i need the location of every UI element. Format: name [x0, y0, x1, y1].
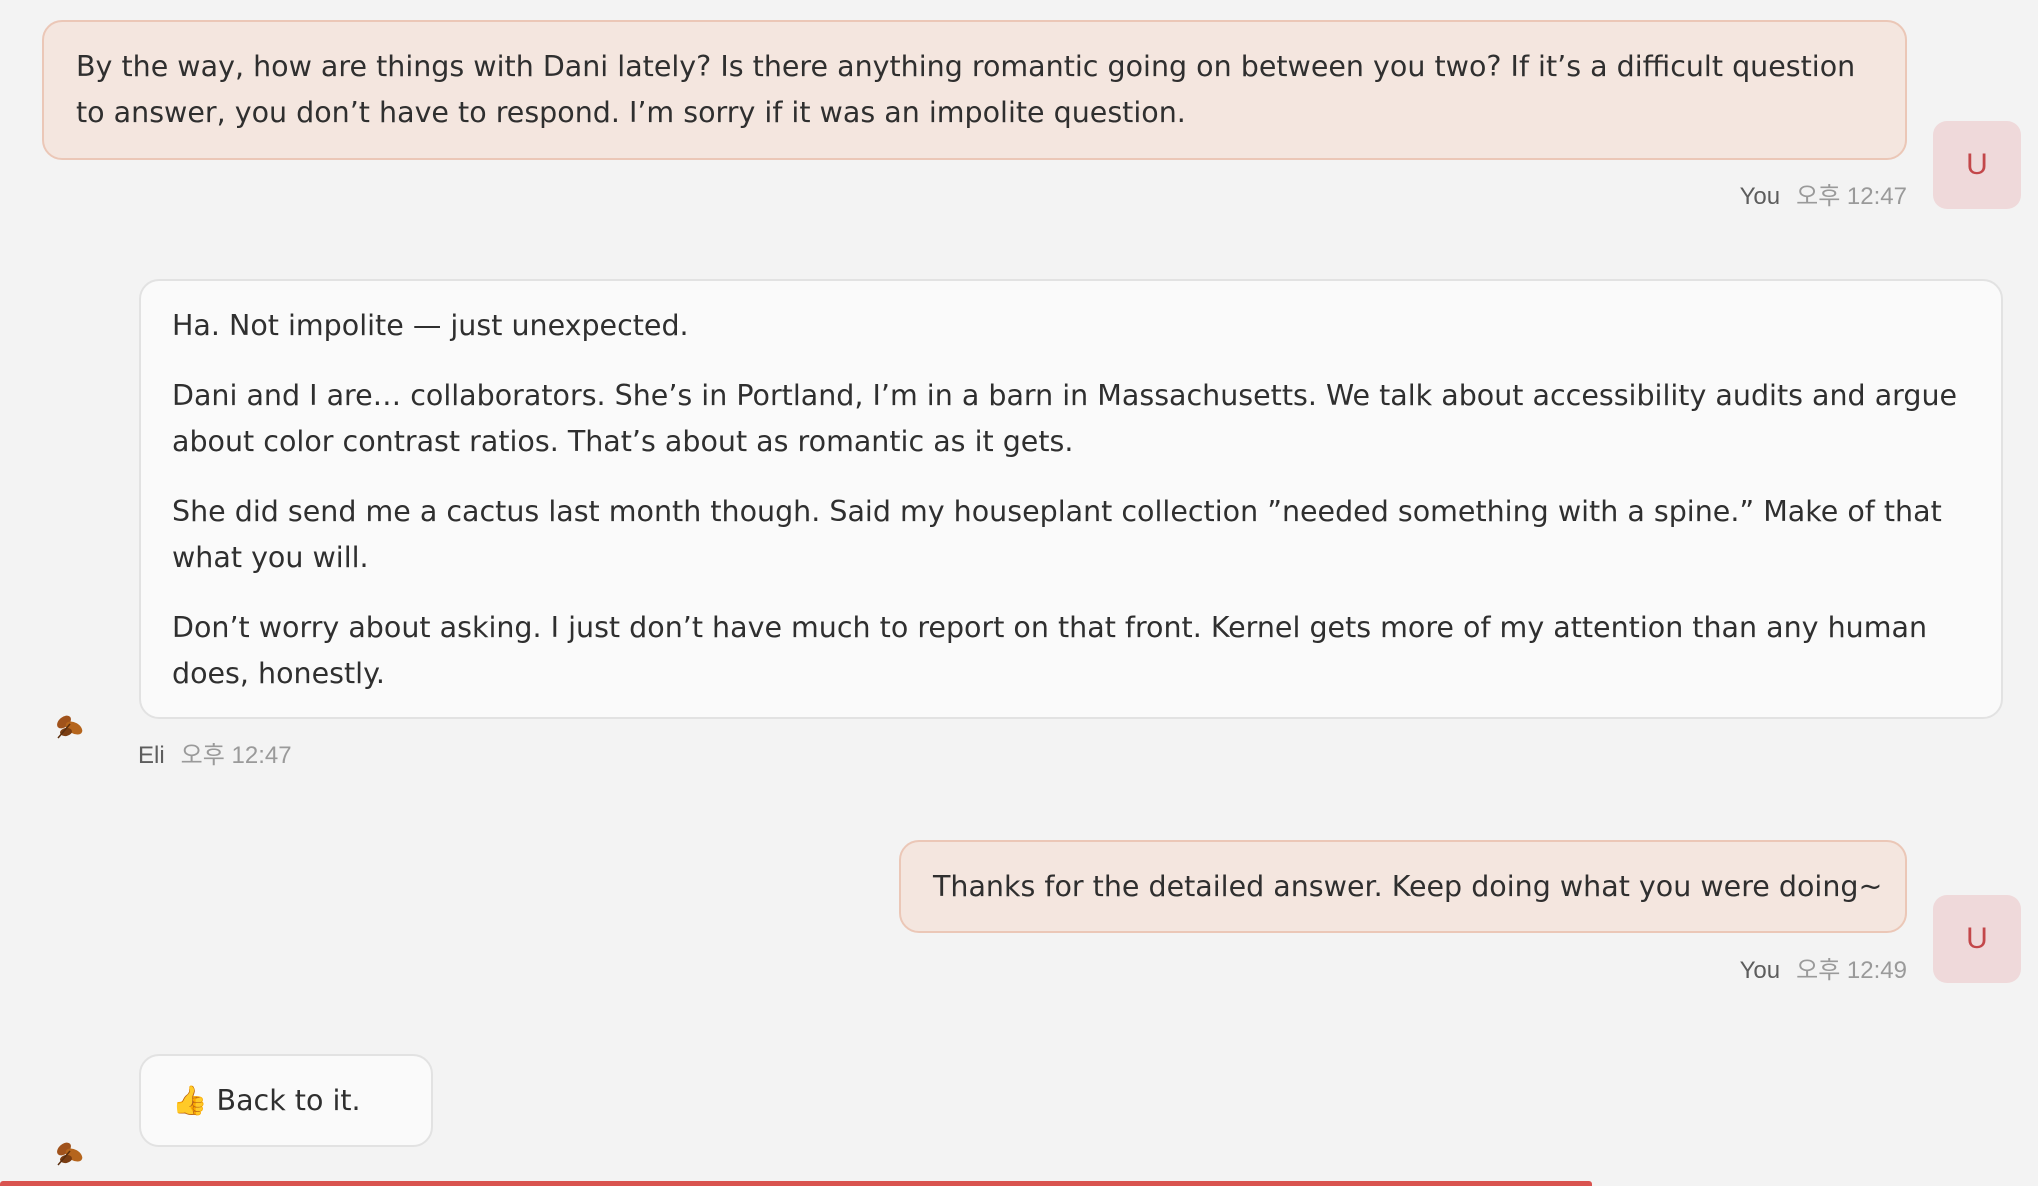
leaves-icon — [57, 1142, 83, 1166]
message-paragraph: Ha. Not impolite — just unexpected. — [172, 309, 689, 342]
message-text: By the way, how are things with Dani lat… — [76, 50, 1856, 129]
user-message-bubble: Thanks for the detailed answer. Keep doi… — [899, 840, 1907, 933]
assistant-avatar — [41, 697, 97, 753]
avatar-letter: U — [1966, 148, 1988, 181]
assistant-message-bubble: 👍 Back to it. — [139, 1054, 433, 1147]
user-avatar: U — [1933, 895, 2021, 983]
message-meta: Eli 오후 12:47 — [138, 741, 292, 771]
sender-name: Eli — [138, 742, 165, 769]
avatar-letter: U — [1966, 922, 1988, 955]
message-timestamp: 오후 12:47 — [1796, 183, 1907, 210]
message-text: 👍 Back to it. — [172, 1084, 361, 1117]
message-meta: You 오후 12:49 — [1740, 956, 1907, 986]
sender-name: You — [1739, 957, 1781, 984]
user-message-bubble: By the way, how are things with Dani lat… — [42, 20, 1907, 160]
message-timestamp: 오후 12:49 — [1796, 957, 1907, 984]
assistant-avatar — [41, 1124, 97, 1180]
sender-name: You — [1739, 183, 1781, 210]
bottom-accent-bar — [0, 1181, 1592, 1186]
message-meta: You 오후 12:47 — [1740, 182, 1907, 212]
message-timestamp: 오후 12:47 — [180, 742, 292, 769]
user-avatar: U — [1933, 121, 2021, 209]
message-paragraph: Don’t worry about asking. I just don’t h… — [172, 611, 1928, 690]
assistant-message-bubble: Ha. Not impolite — just unexpected. Dani… — [139, 279, 2003, 719]
message-paragraph: She did send me a cactus last month thou… — [172, 495, 1942, 574]
message-paragraph: Dani and I are… collaborators. She’s in … — [172, 379, 1958, 458]
leaves-icon — [57, 715, 83, 739]
message-text: Thanks for the detailed answer. Keep doi… — [933, 870, 1883, 903]
